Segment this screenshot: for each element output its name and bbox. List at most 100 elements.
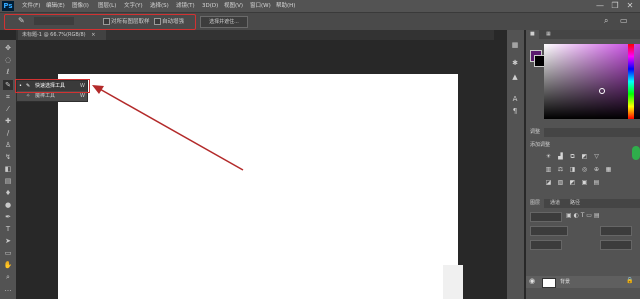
- close-window-button[interactable]: ✕: [624, 1, 636, 11]
- marquee-icon[interactable]: ◌: [3, 55, 13, 65]
- eyedropper-icon[interactable]: ⁄: [3, 104, 13, 114]
- tab-channels[interactable]: 通道: [546, 199, 564, 208]
- menu-select[interactable]: 选择(S): [150, 0, 169, 12]
- libraries-icon[interactable]: ▲: [510, 72, 520, 82]
- menu-view[interactable]: 视图(V): [224, 0, 243, 12]
- layers-panel-header: 图层 通道 路径: [526, 199, 640, 208]
- dodge-icon[interactable]: ●: [3, 200, 13, 210]
- layer-name: 背景: [560, 279, 571, 285]
- annotation-highlight-options: [4, 14, 196, 30]
- levels-icon[interactable]: ▟: [556, 152, 565, 161]
- color-picker-cursor[interactable]: [599, 88, 605, 94]
- photo-filter-icon[interactable]: ◎: [580, 165, 589, 174]
- panel-dock-icons: ▦ ✱ ▲ A ¶: [507, 30, 524, 299]
- menu-image[interactable]: 图像(I): [72, 0, 89, 12]
- color-balance-icon[interactable]: ⚖: [556, 165, 565, 174]
- history-icon[interactable]: ▦: [510, 40, 520, 50]
- lock-icon: 🔒: [626, 277, 634, 284]
- path-select-icon[interactable]: ➤: [3, 236, 13, 246]
- layer-filter-icons[interactable]: ▣ ◐ T ▭ ▤: [566, 212, 626, 220]
- minimize-button[interactable]: —: [594, 1, 606, 11]
- properties-icon[interactable]: ✱: [510, 58, 520, 68]
- zoom-icon[interactable]: ⌕: [3, 272, 13, 282]
- eraser-icon[interactable]: ◧: [3, 164, 13, 174]
- color-field[interactable]: [544, 44, 640, 119]
- invert-icon[interactable]: ◪: [544, 178, 553, 187]
- tab-color[interactable]: ■: [526, 30, 539, 39]
- select-and-mask-button[interactable]: 选择并遮住...: [200, 16, 248, 28]
- posterize-icon[interactable]: ▧: [556, 178, 565, 187]
- layer-thumbnail: [542, 278, 556, 288]
- layer-filter-select[interactable]: [530, 212, 562, 222]
- app-logo: Ps: [2, 1, 14, 11]
- brush-icon[interactable]: /: [3, 128, 13, 138]
- menu-file[interactable]: 文件(F): [22, 0, 40, 12]
- brightness-icon[interactable]: ☀: [544, 152, 553, 161]
- blend-mode-select[interactable]: [530, 226, 568, 236]
- close-tab-icon[interactable]: ×: [91, 32, 95, 38]
- layer-row[interactable]: ◉ 背景 🔒: [526, 276, 640, 288]
- annotation-highlight-tool: [15, 79, 90, 93]
- gradient-map-icon[interactable]: ▤: [592, 178, 601, 187]
- add-adjustment-label: 添加调整: [530, 142, 551, 148]
- blur-icon[interactable]: ♦: [3, 188, 13, 198]
- document-tab-bar: 未标题-1 @ 66.7%(RGB/8) ×: [16, 30, 494, 40]
- menu-layer[interactable]: 图层(L): [98, 0, 116, 12]
- black-white-icon[interactable]: ◨: [568, 165, 577, 174]
- history-brush-icon[interactable]: ↯: [3, 152, 13, 162]
- adjustment-row-3: ◪ ▧ ◩ ▣ ▤: [544, 178, 624, 188]
- hand-icon[interactable]: ✋: [3, 260, 13, 270]
- status-indicator: [632, 146, 640, 160]
- right-panels: ■ ▦ 调整 添加调整 ☀ ▟ ⧉ ◩ ▽ ▥ ⚖ ◨ ◎ ⊕ ▦ ◪ ▧ ◩ …: [526, 30, 640, 299]
- stamp-icon[interactable]: ♙: [3, 140, 13, 150]
- lock-controls[interactable]: [530, 240, 562, 250]
- tab-paths[interactable]: 路径: [566, 199, 584, 208]
- tools-panel: ✥ ◌ ℓ ✎ ⌗ ⁄ ✚ / ♙ ↯ ◧ ▤ ♦ ● ✒ T ➤ ▭ ✋ ⌕ …: [0, 40, 16, 299]
- threshold-icon[interactable]: ◩: [568, 178, 577, 187]
- quick-selection-icon[interactable]: ✎: [3, 80, 13, 90]
- color-panel-header: ■ ▦: [526, 30, 640, 39]
- crop-icon[interactable]: ⌗: [3, 92, 13, 102]
- fill-field[interactable]: [600, 240, 632, 250]
- tab-swatches[interactable]: ▦: [542, 30, 555, 39]
- document-canvas[interactable]: [58, 74, 458, 299]
- type-icon[interactable]: T: [3, 224, 13, 234]
- menu-window[interactable]: 窗口(W): [250, 0, 271, 12]
- menu-type[interactable]: 文字(Y): [124, 0, 143, 12]
- restore-button[interactable]: ❐: [609, 1, 621, 11]
- menu-bar: Ps 文件(F) 编辑(E) 图像(I) 图层(L) 文字(Y) 选择(S) 滤…: [0, 0, 640, 12]
- channel-mixer-icon[interactable]: ⊕: [592, 165, 601, 174]
- hue-saturation-icon[interactable]: ▥: [544, 165, 553, 174]
- pen-icon[interactable]: ✒: [3, 212, 13, 222]
- vibrance-icon[interactable]: ▽: [592, 152, 601, 161]
- curves-icon[interactable]: ⧉: [568, 152, 577, 161]
- tab-adjustments[interactable]: 调整: [526, 128, 545, 137]
- lasso-icon[interactable]: ℓ: [3, 67, 13, 77]
- options-bar: ✎ 对所有图层取样 自动增强 选择并遮住... ⌕ ▭: [0, 12, 640, 30]
- document-tab[interactable]: 未标题-1 @ 66.7%(RGB/8) ×: [18, 30, 106, 40]
- healing-icon[interactable]: ✚: [3, 116, 13, 126]
- opacity-field[interactable]: [600, 226, 632, 236]
- menu-help[interactable]: 帮助(H): [276, 0, 295, 12]
- menu-edit[interactable]: 编辑(E): [46, 0, 65, 12]
- character-icon[interactable]: A: [510, 94, 520, 104]
- exposure-icon[interactable]: ◩: [580, 152, 589, 161]
- paragraph-icon[interactable]: ¶: [510, 106, 520, 116]
- eye-icon[interactable]: ◉: [529, 277, 535, 285]
- menu-filter[interactable]: 滤镜(T): [176, 0, 195, 12]
- menu-3d[interactable]: 3D(D): [202, 0, 218, 12]
- search-icon[interactable]: ⌕: [604, 16, 614, 26]
- selective-color-icon[interactable]: ▣: [580, 178, 589, 187]
- adjustments-panel-header: 调整: [526, 128, 640, 137]
- hue-slider[interactable]: [628, 44, 634, 119]
- color-lookup-icon[interactable]: ▦: [604, 165, 613, 174]
- gradient-icon[interactable]: ▤: [3, 176, 13, 186]
- rectangle-icon[interactable]: ▭: [3, 248, 13, 258]
- move-icon[interactable]: ✥: [3, 43, 13, 53]
- adjustment-row-1: ☀ ▟ ⧉ ◩ ▽: [544, 152, 624, 162]
- document-title: 未标题-1 @ 66.7%(RGB/8): [22, 32, 86, 38]
- more-tools-icon[interactable]: …: [3, 284, 13, 294]
- adjustment-row-2: ▥ ⚖ ◨ ◎ ⊕ ▦: [544, 165, 624, 175]
- tab-layers[interactable]: 图层: [526, 199, 545, 208]
- workspace-icon[interactable]: ▭: [620, 16, 632, 26]
